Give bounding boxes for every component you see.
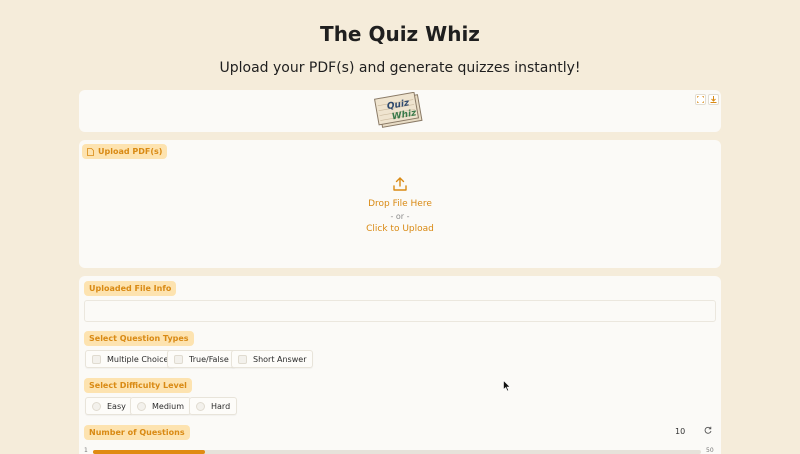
option-label: Short Answer [253, 354, 307, 364]
download-icon [710, 96, 717, 103]
slider-fill [93, 450, 205, 454]
question-types-label: Select Question Types [84, 331, 194, 346]
checkbox[interactable] [238, 354, 247, 364]
options-panel: Uploaded File Info Select Question Types… [79, 276, 721, 454]
click-to-upload-text[interactable]: Click to Upload [79, 224, 721, 234]
option-label: Medium [152, 401, 184, 411]
option-hard[interactable]: Hard [189, 397, 238, 415]
option-medium[interactable]: Medium [130, 397, 191, 415]
or-text: - or - [390, 212, 410, 221]
option-easy[interactable]: Easy [85, 397, 133, 415]
file-info-textbox[interactable] [84, 300, 716, 322]
upload-label: Upload PDF(s) [82, 144, 168, 159]
upload-panel[interactable]: Upload PDF(s) Drop File Here - or - Clic… [79, 140, 721, 268]
num-questions-label: Number of Questions [84, 425, 190, 440]
radio[interactable] [92, 401, 101, 411]
option-label: True/False [189, 354, 229, 364]
num-questions-value[interactable]: 10 [675, 427, 685, 436]
checkbox[interactable] [174, 354, 183, 364]
radio[interactable] [137, 401, 146, 411]
difficulty-label: Select Difficulty Level [84, 378, 192, 393]
mouse-cursor-icon [503, 380, 511, 392]
fullscreen-button[interactable] [695, 94, 706, 105]
file-info-label: Uploaded File Info [84, 281, 177, 296]
slider-min: 1 [84, 447, 88, 454]
download-button[interactable] [708, 94, 719, 105]
drop-file-text: Drop File Here [368, 199, 432, 209]
file-icon [87, 147, 94, 156]
app-title: The Quiz Whiz [320, 22, 480, 46]
option-multiple-choice[interactable]: Multiple Choice [85, 350, 176, 368]
option-label: Multiple Choice [107, 354, 169, 364]
num-questions-slider[interactable] [93, 450, 701, 454]
option-label: Easy [107, 401, 126, 411]
upload-label-text: Upload PDF(s) [98, 147, 163, 156]
option-short-answer[interactable]: Short Answer [231, 350, 314, 368]
reset-icon[interactable] [704, 426, 712, 434]
radio[interactable] [196, 401, 205, 411]
app-subtitle: Upload your PDF(s) and generate quizzes … [219, 60, 581, 76]
quiz-whiz-logo: Quiz Whiz [374, 92, 423, 128]
logo-panel: Quiz Whiz [79, 90, 721, 132]
option-true-false[interactable]: True/False [167, 350, 236, 368]
upload-icon [393, 177, 407, 191]
slider-max: 50 [706, 447, 714, 454]
upload-dropzone[interactable]: Drop File Here - or - Click to Upload [79, 176, 721, 234]
checkbox[interactable] [92, 354, 101, 364]
fullscreen-icon [697, 96, 704, 103]
option-label: Hard [211, 401, 231, 411]
